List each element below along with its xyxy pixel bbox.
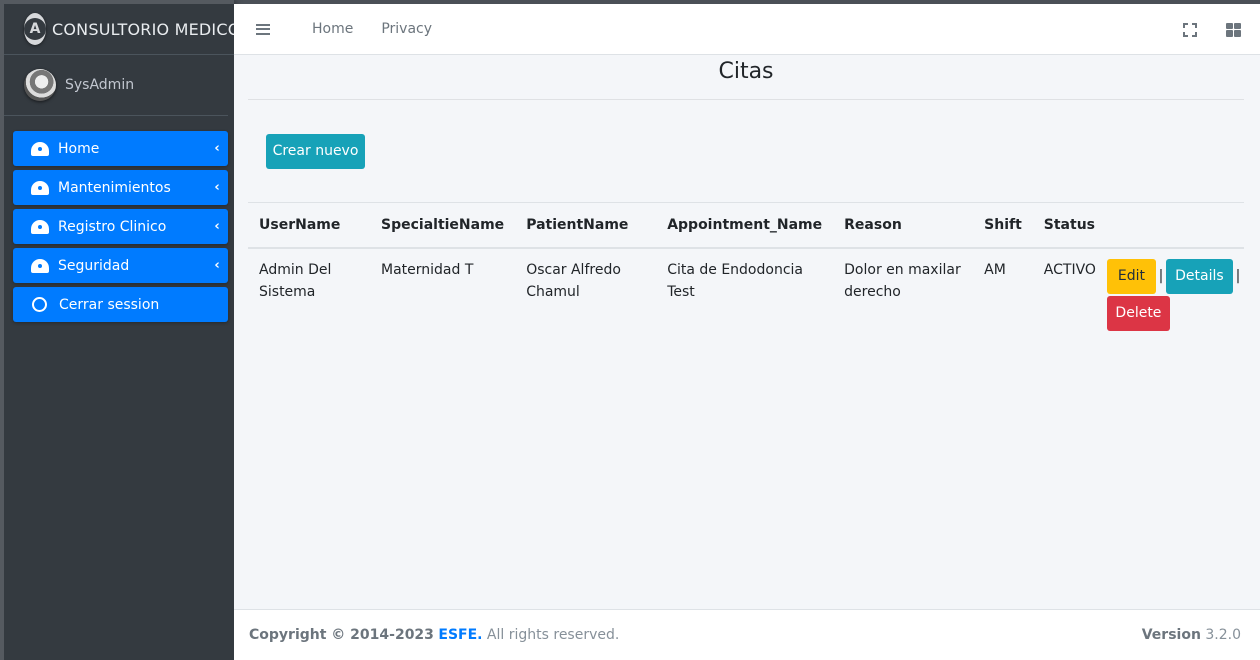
tachometer-icon [31,180,49,195]
avatar [24,69,56,101]
main-sidebar: A CONSULTORIO MEDICO SysAdmin Home ‹ Man… [0,0,240,660]
table-cell: Dolor en maxilar derecho [844,261,961,300]
row-actions: Edit | Details | Delete [1106,248,1244,331]
sidebar-item-label: Mantenimientos [58,179,171,196]
tachometer-icon [31,219,49,234]
navbar-right [1183,4,1260,55]
column-header: UserName [248,202,370,249]
column-header: Status [1032,202,1107,249]
brand-link[interactable]: A CONSULTORIO MEDICO [4,4,240,55]
user-name: SysAdmin [65,77,135,93]
version-info: Version 3.2.0 [1142,627,1241,643]
column-header: PatientName [515,202,657,249]
column-header: Shift [973,202,1033,249]
top-navbar: Home Privacy [234,4,1260,55]
table-cell: ACTIVO [1043,261,1096,278]
brand-logo-letter: A [24,18,46,40]
chevron-left-icon: ‹ [214,141,220,156]
edit-button[interactable]: Edit [1106,258,1156,294]
sidebar-item-registro-clinico[interactable]: Registro Clinico ‹ [13,209,228,244]
main-footer: Copyright © 2014-2023 ESFE. All rights r… [234,609,1260,660]
chevron-left-icon: ‹ [214,180,220,195]
sidebar-item-cerrar-session[interactable]: Cerrar session [13,287,228,322]
control-sidebar-icon[interactable] [1226,22,1241,37]
page-title: Citas [248,58,1244,100]
action-separator: | [1158,267,1164,284]
appointments-table: UserName SpecialtieName PatientName Appo… [248,202,1244,331]
nav-link-privacy[interactable]: Privacy [381,21,432,37]
user-panel[interactable]: SysAdmin [4,55,228,116]
table-header-row: UserName SpecialtieName PatientName Appo… [248,202,1244,249]
company-link[interactable]: ESFE. [438,627,482,643]
table-cell: Admin Del Sistema [259,261,332,300]
column-header: Appointment_Name [656,202,834,249]
brand-title: CONSULTORIO MEDICO [52,19,241,39]
sidebar-item-label: Home [58,140,100,157]
table-row: Admin Del Sistema Maternidad T Oscar Alf… [248,248,1244,331]
brand-logo-icon: A [24,13,46,45]
version-label: Version [1141,627,1201,643]
sidebar-item-home[interactable]: Home ‹ [13,131,228,166]
action-separator: | [1235,267,1241,284]
tachometer-icon [31,141,49,156]
circle-icon [32,297,47,312]
details-button[interactable]: Details [1165,258,1233,294]
rights-text: All rights reserved. [486,627,620,643]
table-cell: AM [984,261,1006,278]
column-header: SpecialtieName [370,202,516,249]
create-new-button[interactable]: Crear nuevo [266,134,365,169]
sidebar-item-mantenimientos[interactable]: Mantenimientos ‹ [13,170,228,205]
delete-button[interactable]: Delete [1106,295,1170,331]
column-header-actions [1106,202,1244,249]
sidebar-item-label: Cerrar session [59,296,160,313]
sidebar-item-seguridad[interactable]: Seguridad ‹ [13,248,228,283]
table-cell: Maternidad T [381,261,474,278]
content-wrapper: Citas Crear nuevo UserName SpecialtieNam… [234,55,1260,609]
nav-link-home[interactable]: Home [312,21,353,37]
tachometer-icon [31,258,49,273]
table-cell: Cita de Endodoncia Test [667,261,803,300]
sidebar-nav: Home ‹ Mantenimientos ‹ Registro Clinico… [4,116,234,322]
copyright: Copyright © 2014-2023 ESFE. All rights r… [249,627,619,643]
copyright-prefix: Copyright © 2014-2023 [249,627,434,643]
sidebar-item-label: Registro Clinico [58,218,167,235]
chevron-left-icon: ‹ [214,258,220,273]
menu-toggle-icon[interactable] [256,23,270,35]
version-number: 3.2.0 [1205,627,1241,643]
fullscreen-icon[interactable] [1183,22,1197,37]
chevron-left-icon: ‹ [214,219,220,234]
table-cell: Oscar Alfredo Chamul [526,261,621,300]
sidebar-item-label: Seguridad [58,257,130,274]
column-header: Reason [833,202,974,249]
